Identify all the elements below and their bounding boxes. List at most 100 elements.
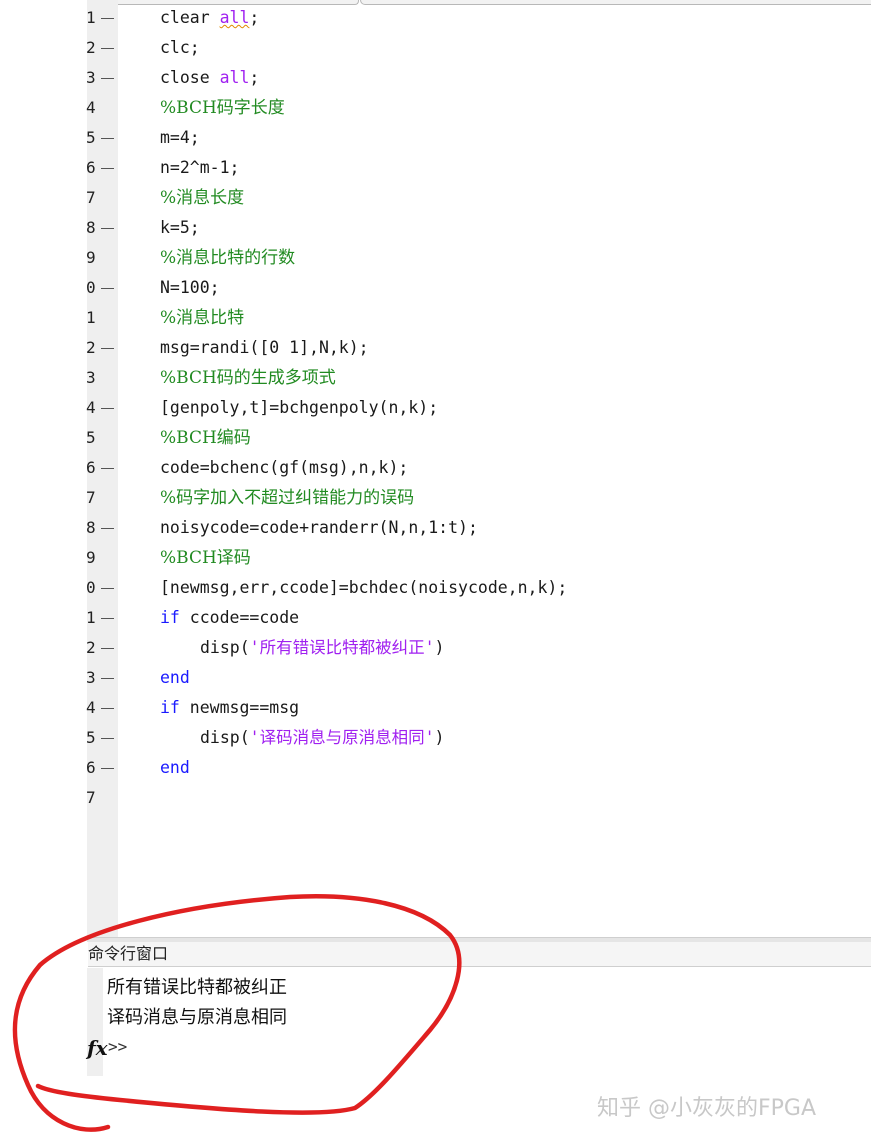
code-line[interactable]: 3 close all; (0, 63, 871, 93)
code-token: close (160, 68, 220, 87)
code-text: [newmsg,err,ccode]=bchdec(noisycode,n,k)… (160, 573, 567, 603)
code-line[interactable]: 3end (0, 663, 871, 693)
breakpoint-marker[interactable] (101, 618, 114, 619)
code-token: ; (249, 68, 259, 87)
code-token: code=bchenc(gf(msg),n,k); (160, 458, 408, 477)
code-line[interactable]: 5disp('译码消息与原消息相同') (0, 723, 871, 753)
code-token: m=4; (160, 128, 200, 147)
code-line[interactable]: 6 end (0, 753, 871, 783)
code-token: msg=randi([0 1],N,k); (160, 338, 369, 357)
code-line[interactable]: 2disp('所有错误比特都被纠正') (0, 633, 871, 663)
code-line[interactable]: 4if newmsg==msg (0, 693, 871, 723)
code-line[interactable]: 2clc; (0, 33, 871, 63)
breakpoint-marker[interactable] (101, 708, 114, 709)
line-number: 2 (86, 333, 98, 363)
code-text: end (160, 753, 190, 783)
code-editor[interactable]: 1clear all;2clc;3close all;4%BCH码字长度5m=4… (0, 0, 871, 937)
line-number: 8 (86, 513, 98, 543)
line-number: 6 (86, 753, 98, 783)
code-token: n=2^m-1; (160, 158, 239, 177)
code-text: clc; (160, 33, 200, 63)
line-number: 4 (86, 393, 98, 423)
code-line[interactable]: 8k=5; (0, 213, 871, 243)
code-line[interactable]: 6code=bchenc(gf(msg),n,k); (0, 453, 871, 483)
code-keyword: if (160, 608, 180, 627)
code-comment: %消息长度 (160, 188, 244, 208)
code-line[interactable]: 5 m=4; (0, 123, 871, 153)
line-number: 0 (86, 573, 98, 603)
code-line[interactable]: 7 %消息长度 (0, 183, 871, 213)
code-comment: %码字加入不超过纠错能力的误码 (160, 488, 414, 508)
breakpoint-marker[interactable] (101, 348, 114, 349)
breakpoint-marker[interactable] (101, 228, 114, 229)
breakpoint-marker[interactable] (101, 288, 114, 289)
code-token: N=100; (160, 278, 220, 297)
code-text: %BCH码字长度 (160, 93, 285, 123)
line-number: 4 (86, 93, 98, 123)
code-token: [genpoly,t]=bchgenpoly(n,k); (160, 398, 438, 417)
code-line[interactable]: 9%消息比特的行数 (0, 243, 871, 273)
breakpoint-marker[interactable] (101, 738, 114, 739)
code-line[interactable]: 7 (0, 783, 871, 813)
watermark-text: 知乎 @小灰灰的FPGA (597, 1090, 816, 1122)
code-text: n=2^m-1; (160, 153, 239, 183)
code-line[interactable]: 5%BCH编码 (0, 423, 871, 453)
code-line[interactable]: 2 msg=randi([0 1],N,k); (0, 333, 871, 363)
code-text: close all; (160, 63, 259, 93)
code-line[interactable]: 1%消息比特 (0, 303, 871, 333)
breakpoint-marker[interactable] (101, 408, 114, 409)
code-string: '所有错误比特都被纠正' (250, 638, 435, 657)
code-line[interactable]: 0N=100; (0, 273, 871, 303)
breakpoint-marker[interactable] (101, 78, 114, 79)
code-line[interactable]: 9%BCH译码 (0, 543, 871, 573)
breakpoint-marker[interactable] (101, 648, 114, 649)
command-window-title: 命令行窗口 (88, 942, 871, 967)
code-comment: %BCH码字长度 (160, 98, 285, 118)
line-number: 3 (86, 63, 98, 93)
code-keyword: if (160, 698, 180, 717)
code-line[interactable]: 4 [genpoly,t]=bchgenpoly(n,k); (0, 393, 871, 423)
code-token: clear (160, 8, 220, 27)
code-line[interactable]: 1if ccode==code (0, 603, 871, 633)
code-line[interactable]: 8 noisycode=code+randerr(N,n,1:t); (0, 513, 871, 543)
code-comment: %BCH编码 (160, 428, 251, 448)
code-string: '译码消息与原消息相同' (250, 728, 435, 747)
code-line[interactable]: 3%BCH码的生成多项式 (0, 363, 871, 393)
code-string: all (220, 8, 250, 27)
output-line: 译码消息与原消息相同 (107, 1003, 287, 1029)
line-number: 3 (86, 363, 98, 393)
line-number: 4 (86, 693, 98, 723)
code-line[interactable]: 7%码字加入不超过纠错能力的误码 (0, 483, 871, 513)
line-number: 5 (86, 723, 98, 753)
code-keyword: end (160, 758, 190, 777)
output-line: 所有错误比特都被纠正 (107, 973, 287, 999)
line-number: 8 (86, 213, 98, 243)
code-text: if ccode==code (160, 603, 299, 633)
command-prompt[interactable]: >> (108, 1037, 127, 1056)
code-comment: %消息比特的行数 (160, 248, 295, 268)
code-token: [newmsg,err,ccode]=bchdec(noisycode,n,k)… (160, 578, 567, 597)
line-number: 5 (86, 123, 98, 153)
code-token: disp( (200, 728, 250, 747)
breakpoint-marker[interactable] (101, 48, 114, 49)
breakpoint-marker[interactable] (101, 18, 114, 19)
code-line[interactable]: 0 [newmsg,err,ccode]=bchdec(noisycode,n,k… (0, 573, 871, 603)
line-number: 7 (86, 183, 98, 213)
code-line[interactable]: 4 %BCH码字长度 (0, 93, 871, 123)
breakpoint-marker[interactable] (101, 678, 114, 679)
function-browser-icon[interactable]: fx (87, 1036, 108, 1060)
code-token: noisycode=code+randerr(N,n,1:t); (160, 518, 478, 537)
breakpoint-marker[interactable] (101, 528, 114, 529)
code-text: %消息长度 (160, 183, 244, 213)
breakpoint-marker[interactable] (101, 588, 114, 589)
code-line[interactable]: 1clear all; (0, 3, 871, 33)
code-text: msg=randi([0 1],N,k); (160, 333, 369, 363)
code-line[interactable]: 6n=2^m-1; (0, 153, 871, 183)
code-token: ; (249, 8, 259, 27)
breakpoint-marker[interactable] (101, 468, 114, 469)
code-text: %BCH编码 (160, 423, 251, 453)
breakpoint-marker[interactable] (101, 168, 114, 169)
breakpoint-marker[interactable] (101, 768, 114, 769)
breakpoint-marker[interactable] (101, 138, 114, 139)
code-token: ccode==code (180, 608, 299, 627)
